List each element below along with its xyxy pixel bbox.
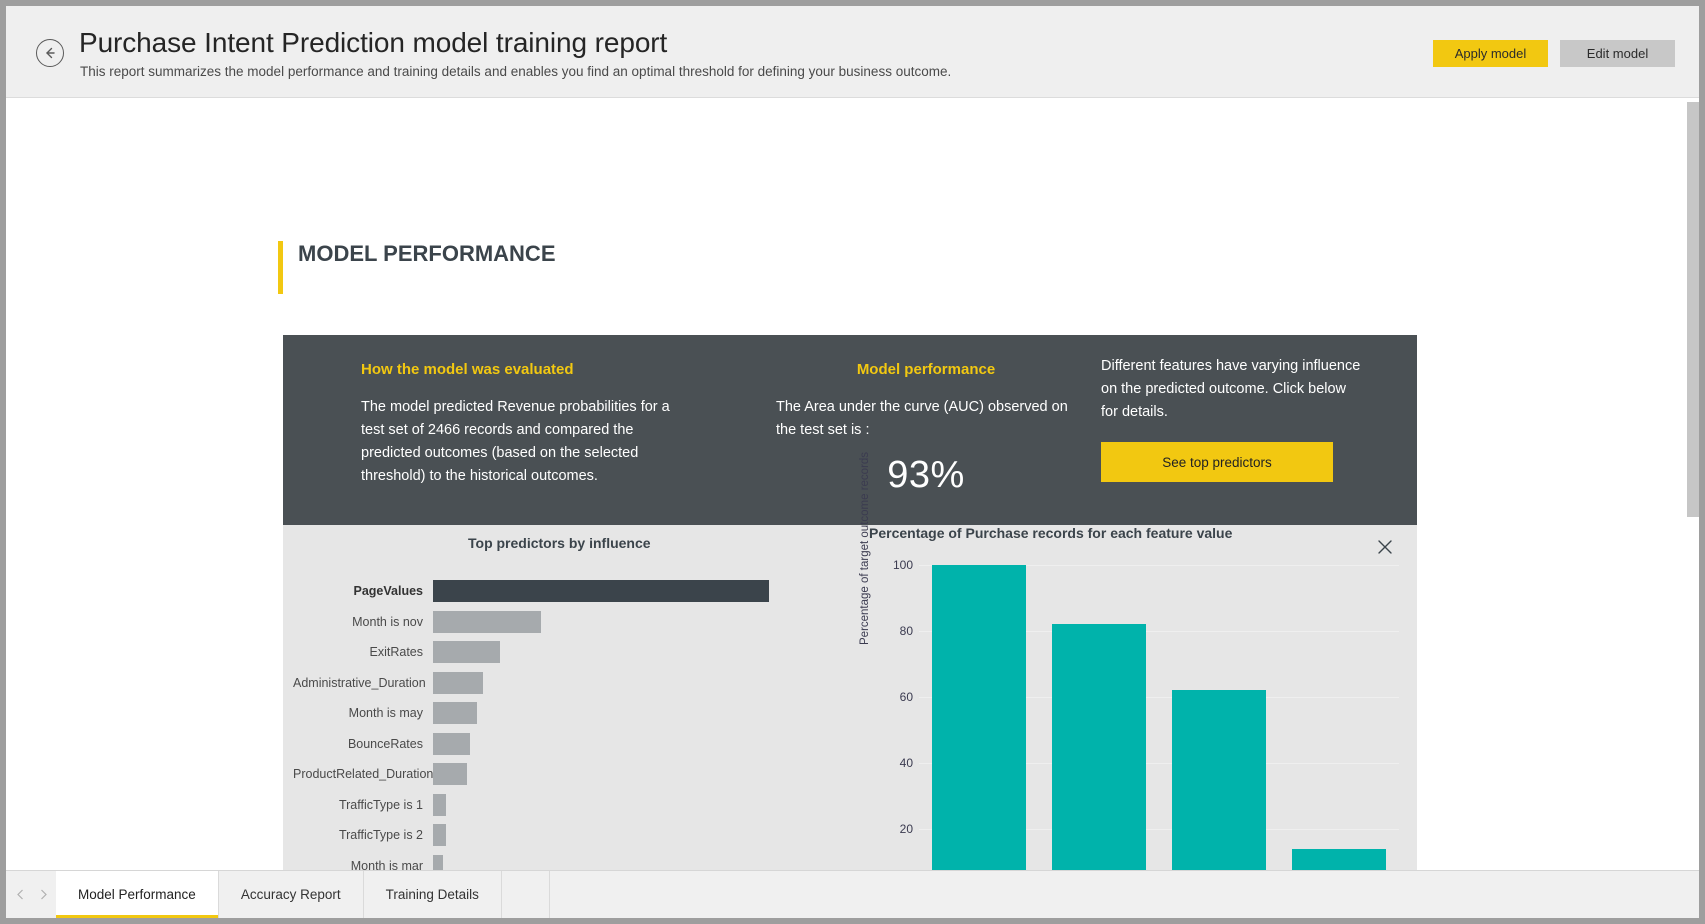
vertical-scrollbar-thumb[interactable] xyxy=(1687,102,1699,517)
predictor-bar[interactable] xyxy=(433,672,483,694)
page-subtitle: This report summarizes the model perform… xyxy=(80,64,951,79)
predictor-label: Month is may xyxy=(293,706,433,720)
feature-value-bar[interactable] xyxy=(932,565,1026,870)
feature-value-y-axis-ticks: 020406080100 xyxy=(871,565,913,870)
chevron-left-icon[interactable] xyxy=(16,889,25,900)
predictor-row[interactable]: Month is may xyxy=(293,702,477,724)
app-root: Purchase Intent Prediction model trainin… xyxy=(0,0,1705,924)
features-influence-body: Different features have varying influenc… xyxy=(1101,355,1361,424)
feature-value-bar[interactable] xyxy=(1172,690,1266,870)
feature-value-plot-area: More than 230.3657.59 to 115.18115.18 to… xyxy=(919,565,1399,870)
tab-list: Model PerformanceAccuracy ReportTraining… xyxy=(56,871,502,918)
how-evaluated-column: How the model was evaluated The model pr… xyxy=(361,361,691,488)
predictor-label: BounceRates xyxy=(293,737,433,751)
predictor-label: PageValues xyxy=(293,584,433,598)
predictor-label: TrafficType is 2 xyxy=(293,828,433,842)
feature-value-bar-column[interactable] xyxy=(932,565,1026,870)
top-predictors-detail-panel: Top predictors by influence PageValues Mo… xyxy=(283,525,1417,870)
predictor-bar[interactable] xyxy=(433,763,467,785)
predictor-label: TrafficType is 1 xyxy=(293,798,433,812)
predictor-label: ExitRates xyxy=(293,645,433,659)
report-canvas: MODEL PERFORMANCE How the model was eval… xyxy=(6,98,1699,870)
feature-value-chart-title: Percentage of Purchase records for each … xyxy=(869,525,1232,541)
predictor-bar[interactable] xyxy=(433,733,470,755)
report-header: Purchase Intent Prediction model trainin… xyxy=(6,6,1699,98)
see-top-predictors-button[interactable]: See top predictors xyxy=(1101,442,1333,482)
predictor-bar[interactable] xyxy=(433,641,500,663)
section-title: MODEL PERFORMANCE xyxy=(298,238,638,270)
predictor-label: Administrative_Duration xyxy=(293,676,433,690)
predictor-row[interactable]: Month is nov xyxy=(293,611,541,633)
feature-value-bar-column[interactable] xyxy=(1172,565,1266,870)
predictor-bar[interactable] xyxy=(433,702,477,724)
predictor-label: ProductRelated_Duration xyxy=(293,767,433,781)
top-predictors-chart: Top predictors by influence PageValuesMo… xyxy=(293,580,853,870)
predictor-label: Month is nov xyxy=(293,615,433,629)
top-predictors-chart-title: Top predictors by influence xyxy=(468,535,651,551)
y-axis-tick: 100 xyxy=(893,558,913,572)
how-evaluated-body: The model predicted Revenue probabilitie… xyxy=(361,396,691,488)
tab-nav-controls xyxy=(6,871,56,918)
predictor-bar[interactable] xyxy=(433,824,446,846)
how-evaluated-heading: How the model was evaluated xyxy=(361,361,691,378)
feature-value-bar[interactable] xyxy=(1292,849,1386,870)
feature-value-bar-column[interactable] xyxy=(1292,565,1386,870)
tab-accuracy-report[interactable]: Accuracy Report xyxy=(219,871,364,918)
predictor-bar[interactable] xyxy=(433,611,541,633)
y-axis-tick: 80 xyxy=(900,624,913,638)
predictor-row[interactable]: TrafficType is 2 xyxy=(293,824,446,846)
predictor-row[interactable]: Administrative_Duration xyxy=(293,672,483,694)
tab-model-performance[interactable]: Model Performance xyxy=(56,871,219,918)
y-axis-tick: 20 xyxy=(900,822,913,836)
chevron-right-icon[interactable] xyxy=(39,889,48,900)
tab-training-details[interactable]: Training Details xyxy=(364,871,502,918)
predictor-row[interactable]: TrafficType is 1 xyxy=(293,794,446,816)
tab-bar-spacer xyxy=(502,871,550,918)
feature-value-y-axis-label: Percentage of target outcome records xyxy=(859,445,871,645)
vertical-scrollbar[interactable] xyxy=(1685,98,1699,870)
auc-value: 93% xyxy=(776,454,1076,497)
predictor-bar[interactable] xyxy=(433,580,769,602)
apply-model-button[interactable]: Apply model xyxy=(1433,40,1548,67)
top-predictors-column: Different features have varying influenc… xyxy=(1101,355,1361,482)
feature-value-chart: Percentage of Purchase records for each … xyxy=(853,535,1413,870)
report-page: MODEL PERFORMANCE How the model was eval… xyxy=(6,98,1661,870)
predictor-bar[interactable] xyxy=(433,855,443,871)
predictor-bar[interactable] xyxy=(433,794,446,816)
page-title: Purchase Intent Prediction model trainin… xyxy=(79,27,667,59)
predictor-row[interactable]: PageValues xyxy=(293,580,769,602)
predictor-label: Month is mar xyxy=(293,859,433,871)
back-arrow-icon[interactable] xyxy=(36,39,64,67)
edit-model-button[interactable]: Edit model xyxy=(1560,40,1675,67)
predictor-row[interactable]: BounceRates xyxy=(293,733,470,755)
predictor-row[interactable]: ExitRates xyxy=(293,641,500,663)
model-performance-column: Model performance The Area under the cur… xyxy=(776,361,1076,497)
page-tab-bar: Model PerformanceAccuracy ReportTraining… xyxy=(6,870,1699,918)
feature-value-bar-column[interactable] xyxy=(1052,565,1146,870)
y-axis-tick: 40 xyxy=(900,756,913,770)
y-axis-tick: 60 xyxy=(900,690,913,704)
model-performance-panel: How the model was evaluated The model pr… xyxy=(283,335,1417,525)
header-actions: Apply model Edit model xyxy=(1433,40,1675,67)
section-accent-bar xyxy=(278,241,283,294)
feature-value-bar[interactable] xyxy=(1052,624,1146,870)
model-performance-body: The Area under the curve (AUC) observed … xyxy=(776,396,1076,442)
predictor-row[interactable]: ProductRelated_Duration xyxy=(293,763,467,785)
model-performance-heading: Model performance xyxy=(776,361,1076,378)
predictor-row[interactable]: Month is mar xyxy=(293,855,443,871)
